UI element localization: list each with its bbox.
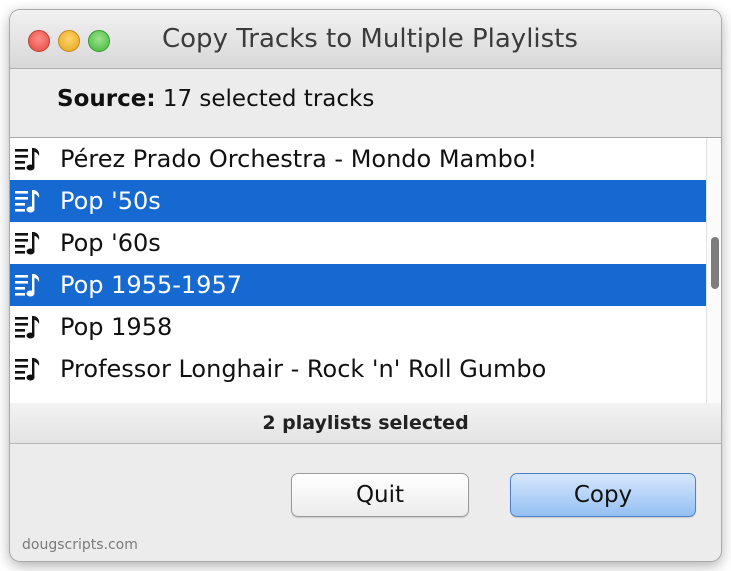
list-scrollbar[interactable] <box>706 138 721 403</box>
playlist-icon <box>15 316 40 339</box>
quit-button[interactable]: Quit <box>291 473 469 517</box>
playlist-row[interactable]: Pop 1955-1957 <box>10 264 706 306</box>
playlist-name: Professor Longhair - Rock 'n' Roll Gumbo <box>60 355 547 383</box>
playlist-row[interactable]: Pop '60s <box>10 222 706 264</box>
playlist-name: Pérez Prado Orchestra - Mondo Mambo! <box>60 145 538 173</box>
source-label: Source: <box>57 86 156 112</box>
playlist-row[interactable]: Professor Longhair - Rock 'n' Roll Gumbo <box>10 348 706 390</box>
playlist-row[interactable]: Pop '50s <box>10 180 706 222</box>
playlist-icon <box>15 148 40 171</box>
dialog-window: Copy Tracks to Multiple Playlists Source… <box>10 10 721 561</box>
playlist-name: Pop '50s <box>60 187 161 215</box>
copy-button[interactable]: Copy <box>510 473 696 517</box>
window-title: Copy Tracks to Multiple Playlists <box>162 24 578 54</box>
source-summary: Source: 17 selected tracks <box>57 86 374 112</box>
playlist-name: Pop 1958 <box>60 313 173 341</box>
scrollbar-thumb[interactable] <box>711 237 719 289</box>
playlist-icon <box>15 358 40 381</box>
playlist-icon <box>15 274 40 297</box>
playlist-row[interactable]: Pop 1958 <box>10 306 706 348</box>
playlist-name: Pop '60s <box>60 229 161 257</box>
playlist-list[interactable]: Pérez Prado Orchestra - Mondo Mambo! Pop… <box>10 137 721 404</box>
playlist-icon <box>15 190 40 213</box>
selection-status: 2 playlists selected <box>10 403 721 444</box>
minimize-button[interactable] <box>58 30 80 52</box>
playlist-icon <box>15 232 40 255</box>
source-value: 17 selected tracks <box>162 86 375 112</box>
zoom-button[interactable] <box>88 30 110 52</box>
close-button[interactable] <box>28 30 50 52</box>
title-bar[interactable]: Copy Tracks to Multiple Playlists <box>10 10 721 69</box>
footer-credit: dougscripts.com <box>22 537 138 553</box>
playlist-name: Pop 1955-1957 <box>60 271 242 299</box>
playlist-row[interactable]: Pérez Prado Orchestra - Mondo Mambo! <box>10 138 706 180</box>
